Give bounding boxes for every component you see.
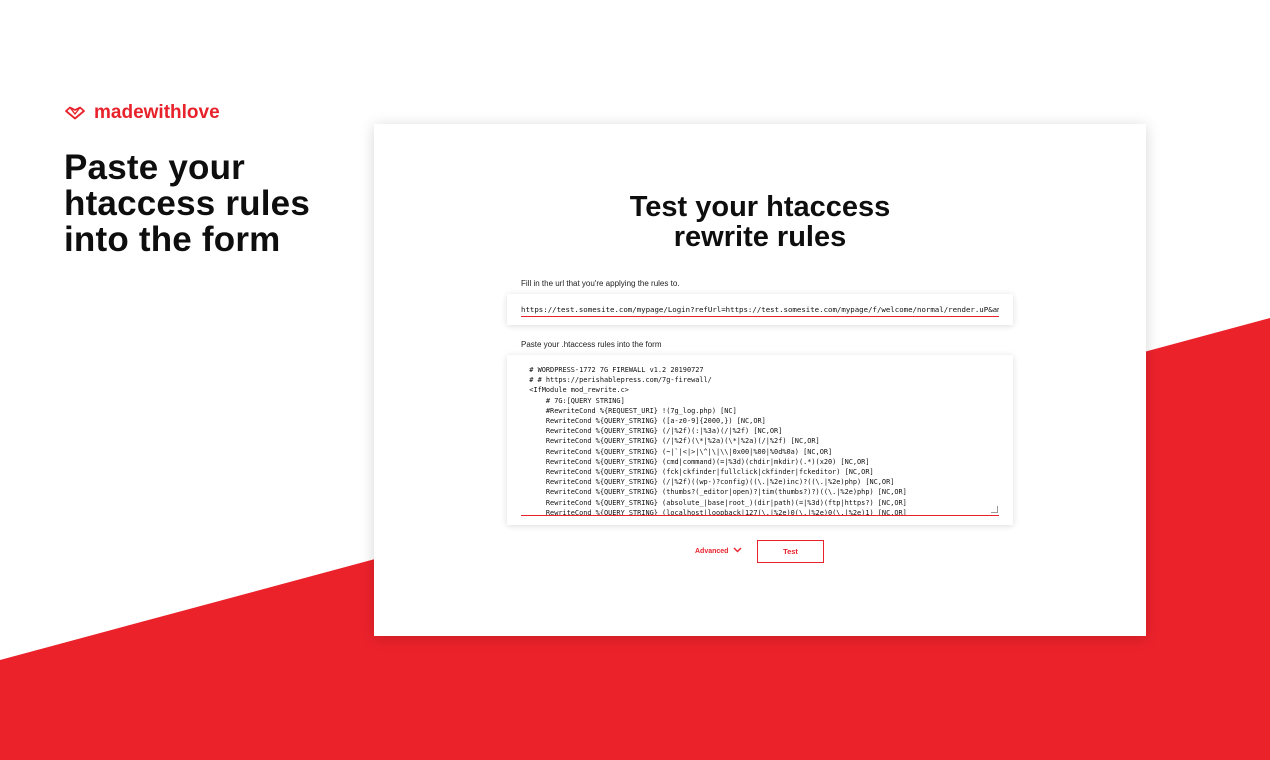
url-label: Fill in the url that you're applying the… [521, 279, 680, 288]
heart-logo-icon [64, 106, 86, 120]
htaccess-tester-card: Test your htaccess rewrite rules Fill in… [374, 124, 1146, 636]
hero-title: Paste your htaccess rules into the form [64, 148, 311, 259]
rules-textarea[interactable]: # WORDPRESS-1772 7G FIREWALL v1.2 201907… [521, 365, 999, 516]
resize-handle-icon[interactable] [991, 506, 998, 513]
brand-logo[interactable]: madewithlove [64, 102, 220, 124]
rules-text: # WORDPRESS-1772 7G FIREWALL v1.2 201907… [529, 366, 907, 516]
chevron-down-icon [733, 547, 742, 555]
test-button[interactable]: Test [757, 540, 824, 563]
brand-name: madewithlove [94, 102, 220, 123]
rules-label: Paste your .htaccess rules into the form [521, 340, 662, 349]
advanced-label: Advanced [695, 547, 729, 555]
url-field-container [507, 294, 1013, 325]
advanced-toggle[interactable]: Advanced [695, 547, 742, 555]
url-input[interactable] [521, 302, 999, 317]
rules-field-container: # WORDPRESS-1772 7G FIREWALL v1.2 201907… [507, 355, 1013, 525]
card-title: Test your htaccess rewrite rules [629, 191, 891, 253]
